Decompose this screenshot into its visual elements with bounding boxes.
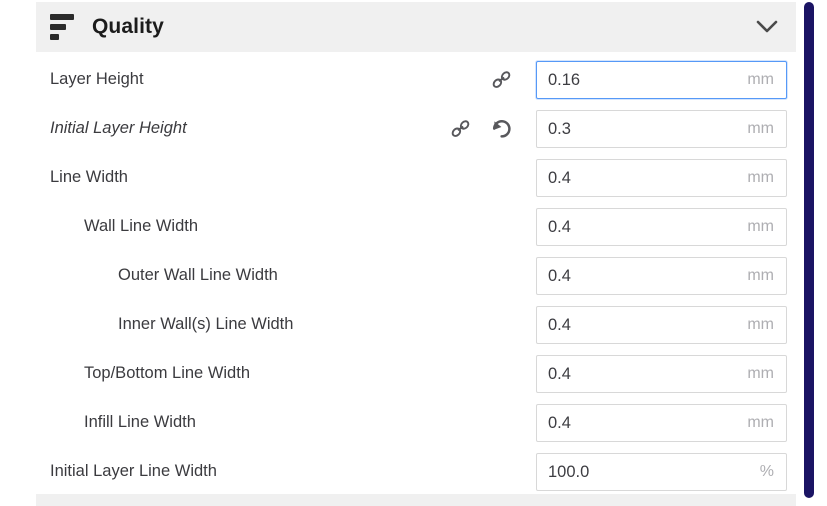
setting-unit-label: mm [747,120,774,137]
setting-value-input[interactable]: 0.3 mm [536,110,787,148]
setting-row: Infill Line Width 0.4 mm [0,398,827,447]
setting-value-input[interactable]: 0.4 mm [536,355,787,393]
setting-label[interactable]: Layer Height [50,55,144,104]
setting-label[interactable]: Infill Line Width [84,398,196,447]
setting-row: Line Width 0.4 mm [0,153,827,202]
setting-value-text: 0.3 [548,119,571,138]
setting-unit-label: mm [747,365,774,382]
setting-value-input[interactable]: 0.4 mm [536,306,787,344]
setting-value-input[interactable]: 0.16 mm [536,61,787,99]
setting-value-input[interactable]: 0.4 mm [536,257,787,295]
setting-unit-label: mm [747,71,774,88]
setting-value-input[interactable]: 0.4 mm [536,404,787,442]
setting-unit-label: mm [747,169,774,186]
settings-list: Layer Height 0.16 mm Initial Layer Height 0.… [0,55,827,496]
setting-label[interactable]: Wall Line Width [84,202,198,251]
quality-bars-icon [50,14,76,40]
setting-row: Initial Layer Line Width 100.0% [0,447,827,496]
setting-unit-label: mm [747,267,774,284]
setting-row: Wall Line Width 0.4 mm [0,202,827,251]
setting-label[interactable]: Initial Layer Height [50,104,187,153]
setting-unit-label: mm [747,414,774,431]
vertical-scrollbar[interactable] [804,2,814,498]
setting-row: Layer Height 0.16 mm [0,55,827,104]
setting-value-text: 0.4 [548,168,571,187]
setting-value-text: 0.4 [548,315,571,334]
setting-value-text: 0.4 [548,364,571,383]
category-title: Quality [92,15,164,38]
setting-row: Initial Layer Height 0.3 mm [0,104,827,153]
settings-panel: Quality Layer Height 0.16 mm Initial Layer … [0,0,827,506]
setting-value-input[interactable]: 100.0% [536,453,787,491]
setting-row: Outer Wall Line Width 0.4 mm [0,251,827,300]
setting-label[interactable]: Inner Wall(s) Line Width [118,300,293,349]
setting-label[interactable]: Outer Wall Line Width [118,251,278,300]
setting-label[interactable]: Initial Layer Line Width [50,447,217,496]
setting-value-text: 0.4 [548,413,571,432]
setting-value-input[interactable]: 0.4 mm [536,208,787,246]
setting-unit-label: mm [747,218,774,235]
link-chain-icon[interactable] [489,55,515,104]
setting-value-input[interactable]: 0.4 mm [536,159,787,197]
setting-value-text: 0.4 [548,266,571,285]
category-header-quality[interactable]: Quality [36,2,796,52]
setting-row: Top/Bottom Line Width 0.4 mm [0,349,827,398]
setting-value-text: 0.16 [548,70,581,89]
next-category-header-peek[interactable] [36,494,796,506]
chevron-down-icon[interactable] [754,14,780,40]
setting-value-text: 100.0 [548,462,590,481]
setting-label[interactable]: Line Width [50,153,128,202]
revert-arrow-icon[interactable] [488,104,514,153]
setting-unit-label: mm [747,316,774,333]
setting-row: Inner Wall(s) Line Width 0.4 mm [0,300,827,349]
setting-label[interactable]: Top/Bottom Line Width [84,349,250,398]
link-chain-icon[interactable] [448,104,474,153]
setting-value-text: 0.4 [548,217,571,236]
scrollbar-track[interactable] [803,0,815,500]
setting-unit-label: % [759,463,774,480]
